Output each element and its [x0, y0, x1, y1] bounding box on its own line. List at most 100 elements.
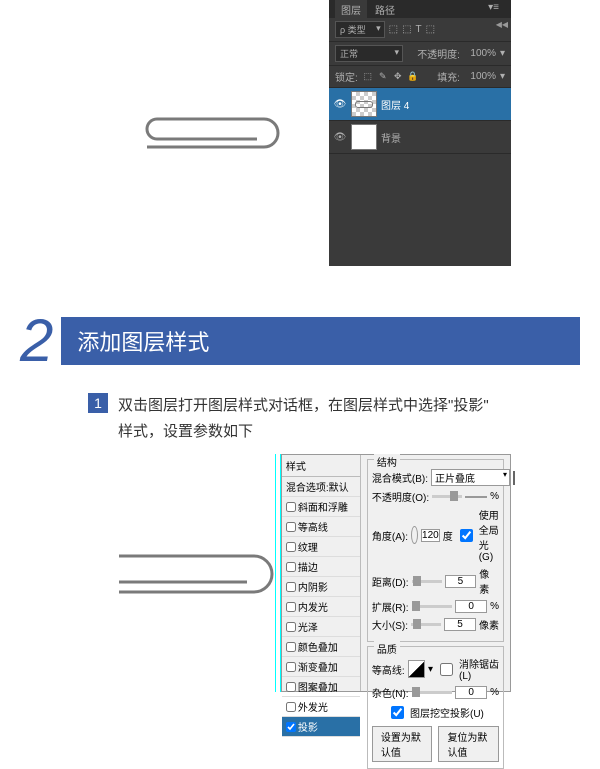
distance-input[interactable]: 5	[445, 575, 477, 588]
checkbox[interactable]	[286, 522, 296, 532]
checkbox[interactable]	[286, 502, 296, 512]
knockout-checkbox[interactable]	[391, 706, 404, 719]
checkbox[interactable]	[286, 622, 296, 632]
paperclip-drawing	[89, 544, 279, 604]
step-header: 2 添加图层样式	[20, 306, 600, 375]
contour-label: 等高线:	[372, 662, 405, 677]
opt-color-overlay[interactable]: 颜色叠加	[282, 637, 360, 657]
structure-group: 结构 混合模式(B):正片叠底 不透明度(O):% 角度(A):120度使用全局…	[367, 459, 504, 642]
lock-pixels-icon[interactable]: ⬚	[362, 71, 374, 83]
spread-slider[interactable]	[412, 605, 453, 608]
visibility-icon[interactable]: 👁	[333, 132, 347, 143]
sub-step-text: 双击图层打开图层样式对话框，在图层样式中选择"投影"样式，设置参数如下	[118, 393, 489, 444]
screenshot-2: 样式 混合选项:默认 斜面和浮雕 等高线 纹理 描边 内阴影 内发光 光泽 颜色…	[89, 454, 511, 692]
opt-inner-glow[interactable]: 内发光	[282, 597, 360, 617]
panel-tabs: 图层 路径 ▾≡	[329, 0, 511, 18]
panel-menu-icon[interactable]: ▾≡	[488, 2, 499, 13]
group-label: 结构	[374, 454, 400, 469]
chevron-down-icon[interactable]: ▾	[500, 48, 505, 59]
layer-thumbnail[interactable]	[351, 124, 377, 150]
tab-layers[interactable]: 图层	[335, 0, 367, 19]
filter-icon[interactable]: ⬚	[402, 24, 411, 35]
lock-all-icon[interactable]: 🔒	[407, 71, 419, 83]
layer-name[interactable]: 图层 4	[381, 97, 409, 112]
layer-row[interactable]: 👁 图层 4	[329, 88, 511, 121]
contour-picker[interactable]	[408, 660, 425, 678]
size-slider[interactable]	[411, 623, 441, 626]
angle-dial[interactable]	[411, 526, 418, 544]
layer-list: 👁 图层 4 👁 背景	[329, 88, 511, 154]
lock-label: 锁定:	[335, 69, 358, 84]
distance-slider[interactable]	[412, 580, 442, 583]
spread-input[interactable]: 0	[455, 600, 487, 613]
paperclip-drawing	[129, 111, 289, 156]
layer-row[interactable]: 👁 背景	[329, 121, 511, 154]
opt-texture[interactable]: 纹理	[282, 537, 360, 557]
checkbox[interactable]	[286, 682, 296, 692]
checkbox[interactable]	[286, 562, 296, 572]
canvas-crop	[89, 454, 281, 692]
checkbox[interactable]	[286, 542, 296, 552]
blend-mode-label: 混合模式(B):	[372, 470, 428, 485]
global-light-checkbox[interactable]	[460, 529, 473, 542]
opt-gradient-overlay[interactable]: 渐变叠加	[282, 657, 360, 677]
blend-mode-select[interactable]: 正片叠底	[431, 469, 510, 486]
layer-thumbnail[interactable]	[351, 91, 377, 117]
quality-group: 品质 等高线:▾消除锯齿(L) 杂色(N):0% 图层挖空投影(U) 设置为默认…	[367, 646, 504, 769]
reset-default-button[interactable]: 复位为默认值	[438, 726, 499, 762]
blend-mode-dropdown[interactable]: 正常	[335, 45, 403, 62]
spread-label: 扩展(R):	[372, 599, 409, 614]
layer-style-dialog: 样式 混合选项:默认 斜面和浮雕 等高线 纹理 描边 内阴影 内发光 光泽 颜色…	[281, 454, 511, 692]
style-settings: 结构 混合模式(B):正片叠底 不透明度(O):% 角度(A):120度使用全局…	[361, 455, 510, 691]
noise-input[interactable]: 0	[455, 686, 487, 699]
opt-contour[interactable]: 等高线	[282, 517, 360, 537]
opt-outer-glow[interactable]: 外发光	[282, 697, 360, 717]
filter-icon[interactable]: ⬚	[426, 24, 435, 35]
fill-label: 填充:	[437, 69, 460, 84]
opt-pattern-overlay[interactable]: 图案叠加	[282, 677, 360, 697]
layer-name[interactable]: 背景	[381, 130, 401, 145]
sub-step: 1 双击图层打开图层样式对话框，在图层样式中选择"投影"样式，设置参数如下	[88, 393, 600, 444]
step-title: 添加图层样式	[61, 317, 580, 365]
opt-drop-shadow[interactable]: 投影	[282, 717, 360, 737]
group-label: 品质	[374, 641, 400, 656]
lock-brush-icon[interactable]: ✎	[377, 71, 389, 83]
size-input[interactable]: 5	[444, 618, 476, 631]
filter-icon[interactable]: T	[416, 24, 422, 35]
layers-panel: 图层 路径 ▾≡ ◀◀ ρ 类型 ⬚ ⬚ T ⬚ 正常 不透明度: 100%▾ …	[329, 0, 511, 266]
chevron-down-icon[interactable]: ▾	[428, 664, 433, 675]
noise-slider[interactable]	[412, 691, 453, 694]
layer-filter-dropdown[interactable]: ρ 类型	[335, 21, 385, 38]
guide-lines	[275, 454, 281, 692]
screenshot-1: 图层 路径 ▾≡ ◀◀ ρ 类型 ⬚ ⬚ T ⬚ 正常 不透明度: 100%▾ …	[89, 0, 511, 266]
checkbox[interactable]	[286, 602, 296, 612]
checkbox[interactable]	[286, 582, 296, 592]
color-swatch[interactable]	[513, 471, 515, 485]
opt-satin[interactable]: 光泽	[282, 617, 360, 637]
antialias-checkbox[interactable]	[440, 663, 453, 676]
blend-row: 正常 不透明度: 100%▾	[329, 42, 511, 66]
checkbox[interactable]	[286, 702, 296, 712]
fill-value[interactable]: 100%	[464, 71, 496, 82]
lock-move-icon[interactable]: ✥	[392, 71, 404, 83]
styles-list: 样式 混合选项:默认 斜面和浮雕 等高线 纹理 描边 内阴影 内发光 光泽 颜色…	[282, 455, 361, 691]
filter-icon[interactable]: ⬚	[389, 24, 398, 35]
set-default-button[interactable]: 设置为默认值	[372, 726, 433, 762]
opacity-value[interactable]: 100%	[464, 48, 496, 59]
blend-options[interactable]: 混合选项:默认	[282, 477, 360, 497]
checkbox[interactable]	[286, 722, 296, 732]
size-label: 大小(S):	[372, 617, 408, 632]
opacity-slider[interactable]	[432, 495, 462, 498]
step-number: 2	[20, 306, 53, 375]
opt-bevel[interactable]: 斜面和浮雕	[282, 497, 360, 517]
opt-inner-shadow[interactable]: 内阴影	[282, 577, 360, 597]
opacity-label: 不透明度(O):	[372, 489, 429, 504]
checkbox[interactable]	[286, 642, 296, 652]
visibility-icon[interactable]: 👁	[333, 99, 347, 110]
opacity-input[interactable]	[465, 496, 487, 498]
tab-paths[interactable]: 路径	[375, 2, 395, 17]
angle-input[interactable]: 120	[421, 529, 440, 542]
distance-label: 距离(D):	[372, 574, 409, 589]
opt-stroke[interactable]: 描边	[282, 557, 360, 577]
chevron-down-icon[interactable]: ▾	[500, 71, 505, 82]
